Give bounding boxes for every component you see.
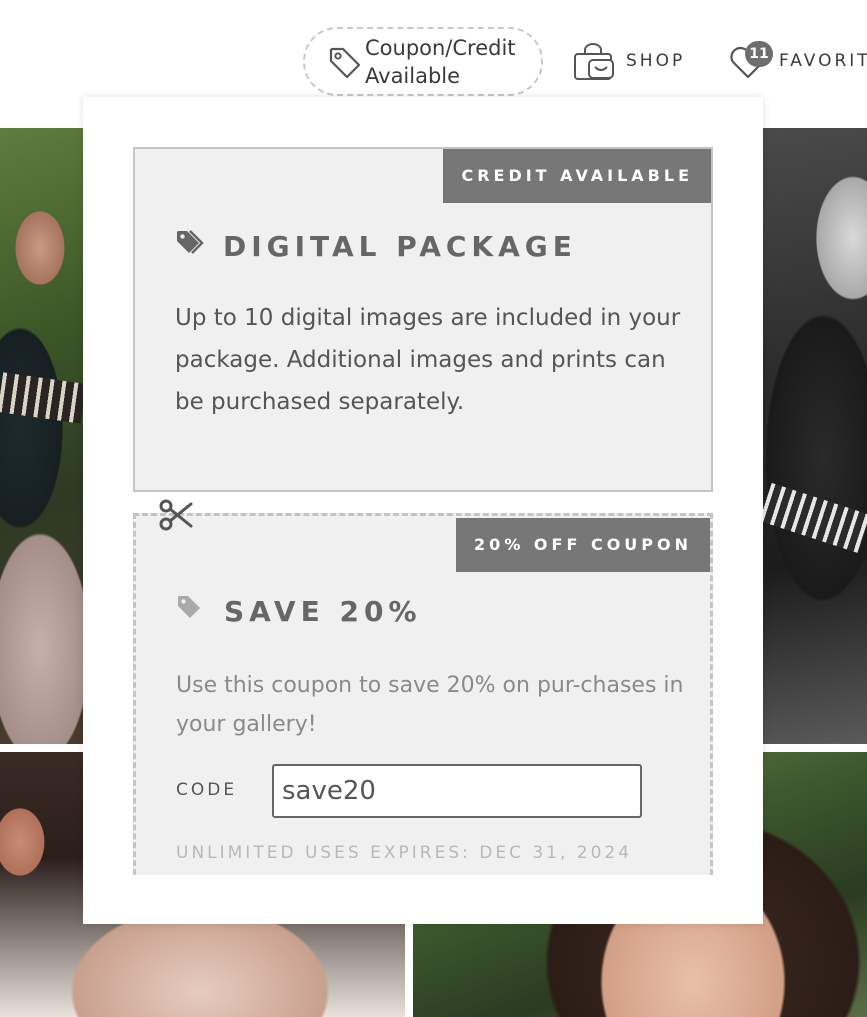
tags-icon bbox=[177, 230, 204, 254]
coupon-code-row: CODE bbox=[176, 764, 646, 818]
code-label: CODE bbox=[176, 780, 238, 800]
scissors-icon bbox=[159, 499, 193, 531]
guitar-neck bbox=[0, 372, 84, 424]
credit-title-text: DIGITAL PACKAGE bbox=[223, 230, 577, 263]
coupon-credit-label: Coupon/Credit Available bbox=[365, 34, 537, 90]
shopping-bag-icon bbox=[574, 43, 614, 80]
credit-title: DIGITAL PACKAGE bbox=[175, 229, 577, 263]
credit-description: Up to 10 digital images are included in … bbox=[175, 305, 681, 415]
coupon-title: SAVE 20% bbox=[176, 594, 422, 628]
gallery-page: Coupon/Credit Available SHOP 11 FAVORITE… bbox=[0, 0, 867, 1017]
favorites-link[interactable]: 11 FAVORITES bbox=[728, 40, 867, 82]
coupon-credit-button[interactable]: Coupon/Credit Available bbox=[303, 27, 543, 96]
coupon-credit-label-line1: Coupon/Credit bbox=[365, 36, 516, 60]
coupon-card: 20% OFF COUPON SAVE 20% Use this coupon … bbox=[133, 513, 713, 875]
gallery-photo-guitar-color[interactable] bbox=[0, 128, 84, 744]
gallery-photo-guitar-bw[interactable] bbox=[763, 128, 867, 744]
coupon-badge: 20% OFF COUPON bbox=[456, 518, 710, 572]
favorites-count-badge: 11 bbox=[745, 41, 773, 67]
coupon-title-text: SAVE 20% bbox=[224, 595, 422, 628]
coupon-description: Use this coupon to save 20% on pur-chase… bbox=[176, 673, 684, 737]
favorites-label: FAVORITES bbox=[779, 51, 867, 71]
coupon-credit-popup: CREDIT AVAILABLE DIGITAL PACKAGE Up to 1… bbox=[83, 97, 763, 924]
credit-card: CREDIT AVAILABLE DIGITAL PACKAGE Up to 1… bbox=[133, 147, 713, 492]
coupon-code-field[interactable] bbox=[272, 764, 642, 818]
coupon-credit-label-line2: Available bbox=[365, 64, 461, 88]
tag-icon bbox=[178, 596, 200, 618]
coupon-terms: UNLIMITED USES EXPIRES: DEC 31, 2024 bbox=[176, 843, 633, 863]
guitar-neck bbox=[763, 482, 867, 554]
shop-label: SHOP bbox=[626, 51, 686, 71]
shop-link[interactable]: SHOP bbox=[572, 42, 702, 82]
credit-available-badge: CREDIT AVAILABLE bbox=[443, 149, 711, 203]
tag-icon bbox=[329, 47, 361, 79]
